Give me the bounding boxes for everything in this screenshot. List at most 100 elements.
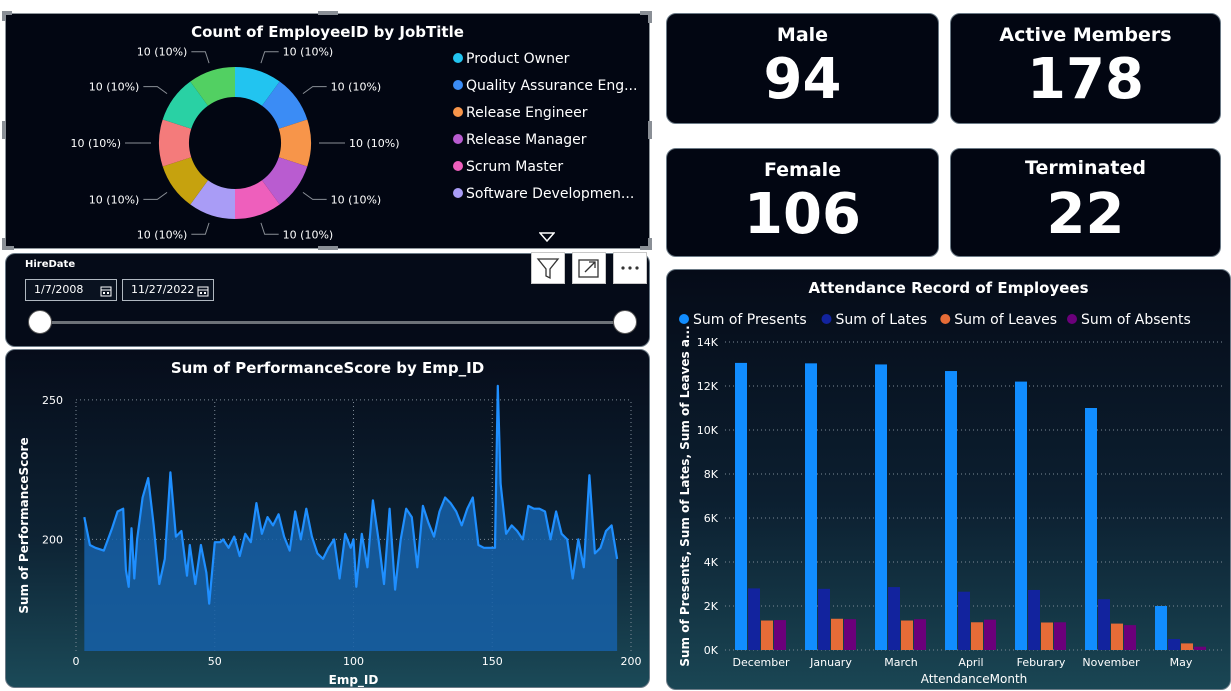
bar — [1194, 646, 1206, 650]
x-tick-label: November — [1082, 656, 1140, 669]
active-members-card: Active Members 178 — [950, 13, 1221, 124]
x-axis-label: AttendanceMonth — [921, 672, 1028, 686]
scroll-down-arrow-icon[interactable] — [538, 228, 556, 243]
card-title: Male — [776, 24, 829, 46]
donut-data-label: 10 (10%) — [331, 193, 382, 206]
resize-handle[interactable] — [318, 11, 338, 15]
legend-label: Product Owner — [466, 51, 570, 67]
bar — [805, 363, 817, 650]
bar — [888, 587, 900, 650]
legend-color-marker — [453, 53, 463, 63]
legend-color-marker — [679, 314, 689, 324]
legend-label: Scrum Master — [466, 159, 564, 175]
terminated-card: Terminated 22 — [950, 148, 1221, 257]
bar — [1041, 622, 1053, 650]
bar — [1181, 643, 1193, 650]
resize-handle[interactable] — [318, 246, 338, 250]
bar — [1028, 589, 1040, 650]
bar — [914, 619, 926, 650]
legend-item[interactable]: Release Engineer — [453, 105, 588, 121]
more-options-button[interactable] — [613, 252, 647, 284]
donut-data-label: 10 (10%) — [331, 81, 382, 94]
legend-item[interactable]: Product Owner — [453, 51, 569, 67]
leader-line — [302, 191, 327, 200]
leader-line — [143, 86, 168, 95]
start-date-value: 1/7/2008 — [34, 283, 84, 296]
legend-color-marker — [453, 161, 463, 171]
donut-data-label: 10 (10%) — [89, 193, 140, 206]
y-tick-label: 14K — [697, 336, 719, 349]
end-date-input[interactable]: 11/27/2022 — [122, 279, 214, 301]
slider-start-handle[interactable] — [28, 310, 52, 334]
bar — [1168, 639, 1180, 650]
card-value: 106 — [744, 182, 861, 247]
legend-label: Release Engineer — [466, 105, 588, 121]
resize-handle[interactable] — [648, 11, 652, 23]
legend-item[interactable]: Software Developmen... — [453, 186, 634, 202]
attendance-chart-panel[interactable]: Attendance Record of Employees Sum of Pr… — [666, 269, 1231, 690]
bar — [875, 364, 887, 650]
resize-handle[interactable] — [648, 238, 652, 250]
bar — [761, 620, 773, 650]
donut-chart-panel[interactable]: Count of EmployeeID by JobTitle 10 (10%)… — [5, 13, 650, 249]
resize-handle[interactable] — [2, 11, 6, 21]
bar — [831, 618, 843, 650]
bar — [735, 362, 747, 650]
donut-data-label: 10 (10%) — [89, 81, 140, 94]
female-card: Female 106 — [666, 148, 939, 257]
bar — [1111, 623, 1123, 650]
leader-line — [191, 222, 210, 235]
filter-icon — [536, 258, 560, 280]
calendar-icon[interactable] — [100, 284, 112, 297]
leader-line — [260, 222, 279, 235]
legend-label: Software Developmen... — [466, 186, 635, 202]
attendance-bar-chart: Sum of Presents Sum of Lates Sum of Leaves… — [678, 312, 1223, 686]
x-tick-label: 100 — [343, 655, 364, 668]
x-tick-label: Feburary — [1017, 656, 1066, 669]
performance-score-chart-panel[interactable]: Sum of PerformanceScore by Emp_ID 200 250… — [5, 349, 650, 688]
card-value: 178 — [1027, 47, 1144, 112]
y-tick-label: 6K — [704, 512, 719, 525]
resize-handle[interactable] — [648, 121, 652, 139]
performance-area-chart: 200 250 0 50 100 150 200 Emp_ID Sum of Performan… — [17, 384, 642, 688]
bar — [1124, 625, 1136, 650]
y-tick-label: 2K — [704, 600, 719, 613]
bar — [774, 620, 786, 650]
legend-label: Sum of Absents — [1081, 312, 1191, 328]
legend-item[interactable]: Quality Assurance Eng... — [453, 78, 637, 94]
legend-color-marker — [821, 314, 832, 324]
y-tick-label: 0K — [704, 644, 719, 657]
slider-end-handle[interactable] — [613, 310, 637, 334]
calendar-icon[interactable] — [197, 284, 209, 297]
legend-color-marker — [453, 80, 463, 90]
bar — [818, 588, 830, 650]
card-value: 22 — [1046, 182, 1125, 247]
donut-data-label: 10 (10%) — [283, 46, 334, 59]
resize-handle[interactable] — [2, 121, 6, 139]
donut-data-label: 10 (10%) — [283, 228, 334, 241]
donut-data-label: 10 (10%) — [349, 137, 400, 150]
card-value: 94 — [763, 47, 842, 112]
bar — [1155, 606, 1167, 650]
donut-data-label: 10 (10%) — [137, 46, 188, 59]
legend-item[interactable]: Scrum Master — [453, 159, 563, 175]
start-date-input[interactable]: 1/7/2008 — [25, 279, 117, 301]
filter-button[interactable] — [531, 252, 565, 284]
legend-item[interactable]: Release Manager — [453, 132, 587, 148]
legend-label: Sum of Presents — [693, 312, 807, 328]
slider-track[interactable] — [40, 321, 626, 324]
x-tick-label: 50 — [208, 655, 222, 668]
x-tick-label: April — [958, 656, 983, 669]
bar — [1085, 408, 1097, 650]
legend-color-marker — [1067, 314, 1077, 324]
end-date-value: 11/27/2022 — [131, 283, 195, 296]
y-tick-label: 4K — [704, 556, 719, 569]
bar — [1015, 381, 1027, 650]
resize-handle[interactable] — [2, 238, 6, 250]
x-tick-label: 0 — [73, 655, 80, 668]
legend-color-marker — [453, 107, 463, 117]
bar — [958, 591, 970, 650]
focus-mode-button[interactable] — [572, 252, 606, 284]
bar — [984, 619, 996, 650]
leader-line — [143, 191, 168, 200]
